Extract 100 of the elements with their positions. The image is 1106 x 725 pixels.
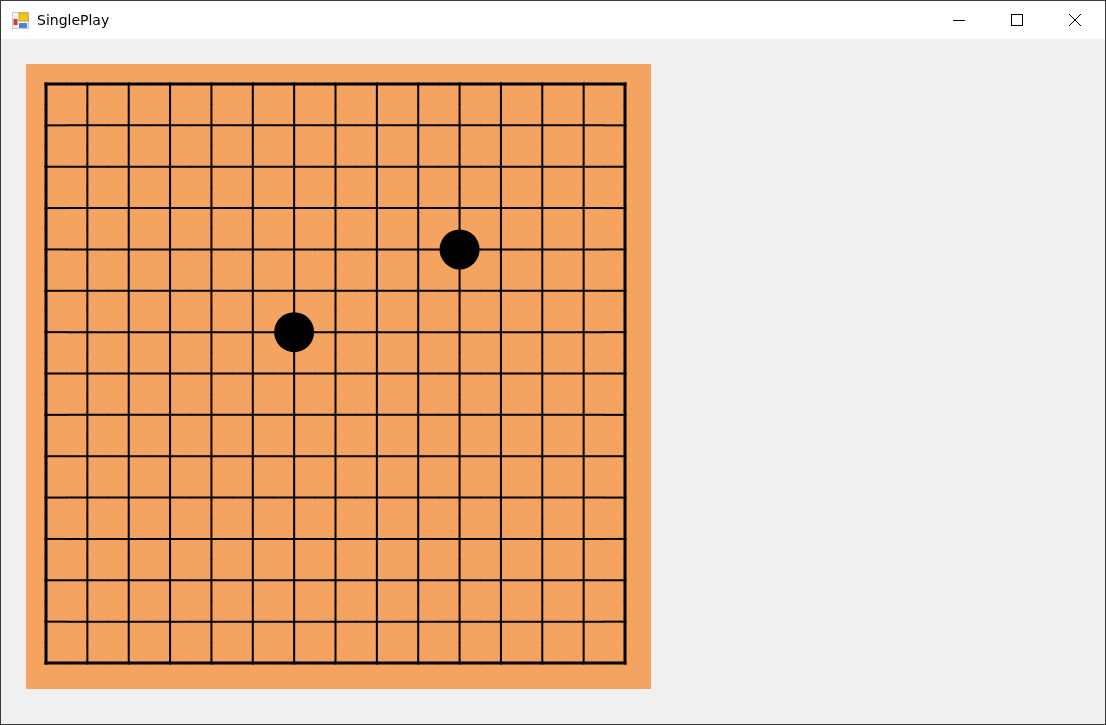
board-point[interactable] [65,268,110,313]
board-point[interactable] [603,228,628,271]
board-point[interactable] [43,145,68,188]
board-point[interactable] [561,392,606,437]
board-point[interactable] [272,268,317,313]
board-point[interactable] [43,228,68,271]
board-point[interactable] [520,144,565,189]
board-point[interactable] [354,516,399,561]
board-point[interactable] [437,144,482,189]
board-point[interactable] [437,475,482,520]
board-point[interactable] [106,186,151,231]
board-point[interactable] [189,186,234,231]
board-point[interactable] [478,144,523,189]
board-point[interactable] [520,599,565,644]
board-point[interactable] [313,392,358,437]
board-point[interactable] [65,310,110,355]
board-point[interactable] [603,311,628,354]
board-point[interactable] [272,103,317,148]
board-point[interactable] [106,475,151,520]
board-point[interactable] [396,351,441,396]
board-point[interactable] [478,268,523,313]
board-point[interactable] [189,227,234,272]
board-point[interactable] [478,392,523,437]
board-point[interactable] [354,475,399,520]
board-point[interactable] [478,227,523,272]
board-point[interactable] [148,144,193,189]
board-point[interactable] [313,103,358,148]
board-point[interactable] [314,81,357,106]
board-point[interactable] [189,475,234,520]
board-point[interactable] [521,641,564,666]
board-point[interactable] [43,476,68,519]
board-point[interactable] [272,475,317,520]
board-point[interactable] [520,268,565,313]
board-point[interactable] [43,517,68,560]
board-point[interactable] [478,599,523,644]
board-point[interactable] [65,144,110,189]
board-point[interactable] [561,103,606,148]
board-point[interactable] [66,81,109,106]
board-point[interactable] [603,145,628,188]
board-point[interactable] [437,351,482,396]
board-point[interactable] [520,434,565,479]
board-point[interactable] [106,599,151,644]
board-point[interactable] [561,351,606,396]
board-point[interactable] [561,599,606,644]
board-point[interactable] [65,475,110,520]
board-point[interactable] [354,268,399,313]
board-point[interactable] [106,558,151,603]
board-point[interactable] [561,310,606,355]
board-point[interactable] [561,186,606,231]
board-point[interactable] [520,392,565,437]
board-point[interactable] [313,475,358,520]
board-point[interactable] [189,516,234,561]
board-point[interactable] [106,310,151,355]
board-point[interactable] [230,558,275,603]
board-point[interactable] [437,599,482,644]
board-point[interactable] [561,144,606,189]
board-point[interactable] [106,351,151,396]
board-point[interactable] [603,393,628,436]
board-point[interactable] [106,434,151,479]
board-point[interactable] [65,186,110,231]
board-point[interactable] [396,558,441,603]
board-point[interactable] [189,434,234,479]
board-point[interactable] [148,227,193,272]
board-point[interactable] [272,227,317,272]
board-point[interactable] [313,227,358,272]
board-point[interactable] [272,144,317,189]
board-point[interactable] [478,475,523,520]
board-point[interactable] [189,599,234,644]
board-point[interactable] [230,310,275,355]
board-point[interactable] [437,434,482,479]
board-point[interactable] [478,351,523,396]
board-point[interactable] [43,269,68,312]
board-point[interactable] [354,351,399,396]
board-point[interactable] [189,351,234,396]
board-point[interactable] [43,600,68,643]
board-point[interactable] [437,392,482,437]
board-point[interactable] [520,186,565,231]
board-point[interactable] [354,434,399,479]
board-point[interactable] [148,351,193,396]
board-point[interactable] [313,516,358,561]
board-point[interactable] [396,186,441,231]
board-point[interactable] [603,104,628,147]
board-point[interactable] [230,392,275,437]
board-point[interactable] [313,434,358,479]
board-point[interactable] [478,310,523,355]
board-point[interactable] [190,641,233,666]
board-point[interactable] [479,641,522,666]
board-point[interactable] [148,516,193,561]
board-point[interactable] [106,144,151,189]
board-point[interactable] [562,81,605,106]
board-point[interactable] [107,641,150,666]
board-point[interactable] [148,558,193,603]
board-point[interactable] [313,310,358,355]
board-point[interactable] [603,352,628,395]
board-point[interactable] [230,516,275,561]
board-point[interactable] [148,103,193,148]
board-point[interactable] [354,144,399,189]
board-point[interactable] [478,558,523,603]
board-point[interactable] [437,268,482,313]
board-point[interactable] [189,268,234,313]
